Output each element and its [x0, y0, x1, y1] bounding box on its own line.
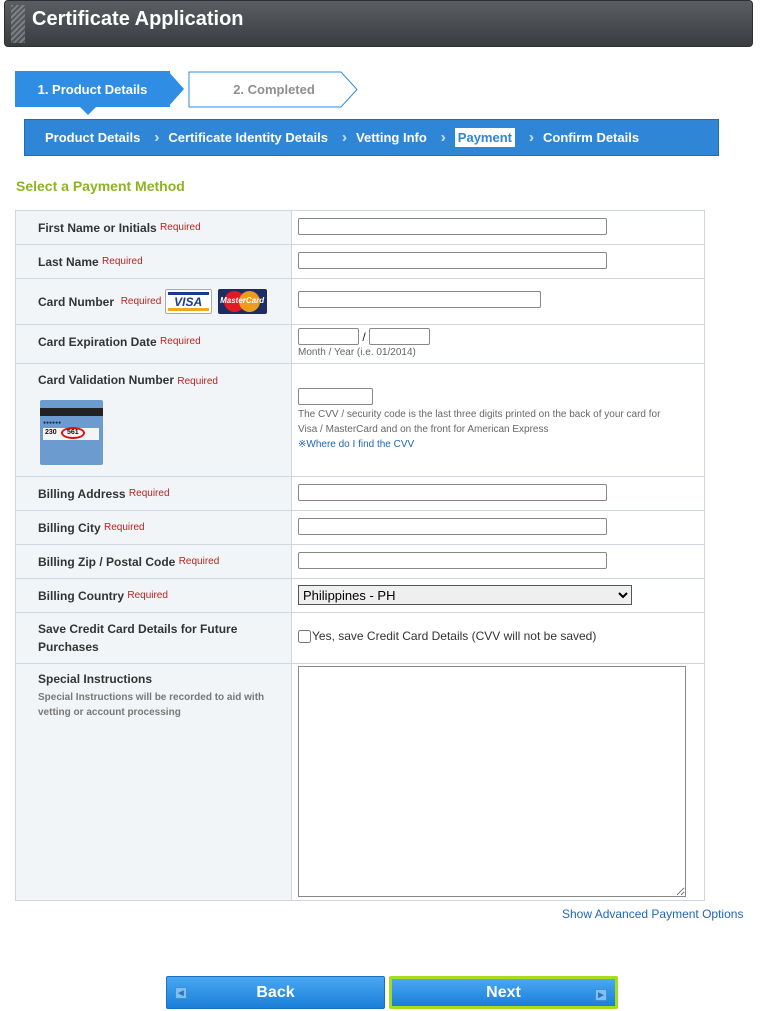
card-number-input[interactable] [298, 291, 541, 308]
card-number-label: Card Number [38, 294, 115, 309]
breadcrumb-vetting-info: Vetting Info [356, 130, 427, 145]
special-instructions-input[interactable] [298, 666, 686, 897]
step-current-indicator-icon [80, 107, 96, 115]
section-title: Select a Payment Method [16, 178, 185, 194]
first-name-label: First Name or Initials [38, 220, 157, 235]
breadcrumb-confirm-details: Confirm Details [543, 130, 640, 145]
cvv-help-line2: Visa / MasterCard and on the front for A… [298, 424, 549, 435]
required-label: Required [127, 590, 168, 601]
special-instructions-label: Special Instructions [38, 672, 153, 686]
title-bar: Certificate Application [4, 0, 753, 47]
breadcrumb-payment: Payment [454, 128, 515, 147]
title-grip-icon [11, 5, 25, 43]
required-label: Required [128, 488, 170, 499]
next-button-label: Next [486, 983, 521, 1001]
advanced-payment-options-link[interactable]: Show Advanced Payment Options [562, 907, 743, 921]
save-card-checkbox[interactable] [298, 629, 311, 643]
visa-logo: VISA [164, 289, 212, 314]
cvv-card-image: ●●●●●● 230 561 [40, 400, 103, 465]
required-label: Required [160, 336, 201, 347]
back-button-label: Back [256, 983, 295, 1001]
billing-address-label: Billing Address [38, 486, 126, 501]
cvv-input[interactable] [298, 388, 373, 405]
billing-address-input[interactable] [298, 484, 607, 501]
first-name-input[interactable] [298, 218, 607, 235]
billing-city-label: Billing City [38, 520, 101, 535]
cvv-help-link[interactable]: ※Where do I find the CVV [298, 437, 704, 452]
breadcrumb: Product Details ››› Certificate Identity… [24, 119, 719, 156]
required-label: Required [120, 296, 162, 307]
cvv-label: Card Validation Number [38, 373, 175, 387]
required-label: Required [104, 522, 145, 533]
save-card-option[interactable]: Yes, save Credit Card Details (CVV will … [298, 629, 704, 643]
expiration-hint: Month / Year (i.e. 01/2014) [298, 347, 416, 358]
required-label: Required [177, 376, 218, 387]
last-name-input[interactable] [298, 252, 607, 269]
last-name-label: Last Name [38, 254, 99, 269]
billing-country-select[interactable]: Philippines - PH [298, 585, 632, 605]
arrow-right-icon: ▶ [595, 989, 607, 1001]
required-label: Required [102, 256, 143, 267]
billing-zip-input[interactable] [298, 552, 607, 569]
breadcrumb-certificate-identity: Certificate Identity Details [168, 130, 329, 145]
required-label: Required [160, 222, 201, 233]
billing-zip-label: Billing Zip / Postal Code [38, 554, 176, 569]
next-button[interactable]: ▶ Next [389, 976, 618, 1009]
save-card-label: Save Credit Card Details for Future Purc… [38, 622, 238, 654]
billing-city-input[interactable] [298, 518, 607, 535]
billing-country-label: Billing Country [38, 588, 124, 603]
expiration-year-input[interactable] [369, 328, 431, 345]
save-card-option-label: Yes, save Credit Card Details (CVV will … [312, 629, 597, 643]
step-completed-label: 2. Completed [233, 82, 315, 97]
back-button[interactable]: ◀ Back [166, 976, 385, 1009]
step-arrow-icon [168, 71, 184, 107]
payment-form: First Name or Initials Required Last Nam… [15, 210, 705, 901]
mastercard-logo: MasterCard [217, 289, 267, 314]
step-product-details: 1. Product Details [15, 71, 170, 107]
page-title: Certificate Application [32, 8, 244, 30]
arrow-left-icon: ◀ [175, 987, 187, 999]
breadcrumb-product-details: Product Details [45, 130, 141, 145]
expiration-month-input[interactable] [298, 328, 359, 345]
required-label: Required [178, 556, 220, 567]
cvv-help-line1: The CVV / security code is the last thre… [298, 409, 661, 420]
expiration-separator: / [362, 330, 366, 344]
special-instructions-sub: Special Instructions will be recorded to… [38, 692, 265, 718]
expiration-label: Card Expiration Date [38, 334, 157, 349]
step-completed: 2. Completed [188, 71, 370, 108]
